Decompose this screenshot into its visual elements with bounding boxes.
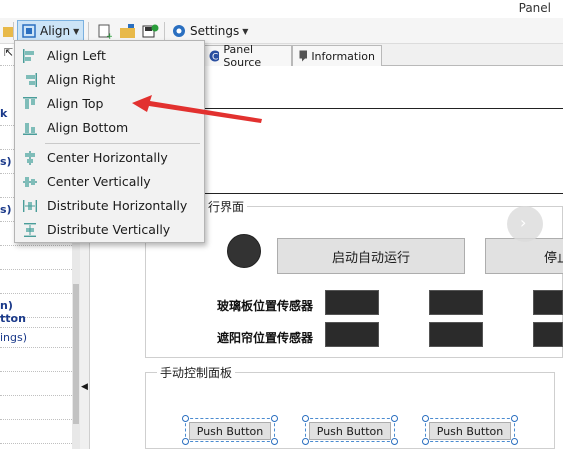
selection-handle[interactable] bbox=[302, 438, 309, 445]
group-title: 行界面 bbox=[205, 198, 248, 215]
toolbar-divider bbox=[88, 22, 89, 40]
menu-item-center-vertically[interactable]: Center Vertically bbox=[18, 170, 201, 194]
distribute-vertically-icon bbox=[24, 223, 36, 237]
cursor-icon: ⇱ bbox=[4, 46, 14, 59]
align-label: Align bbox=[40, 24, 71, 38]
window-title: Panel bbox=[518, 1, 551, 15]
sensor-indicator bbox=[325, 290, 379, 315]
menu-item-distribute-vertically[interactable]: Distribute Vertically bbox=[18, 218, 201, 242]
comment-icon bbox=[299, 50, 308, 62]
menu-item-distribute-horizontally[interactable]: Distribute Horizontally bbox=[18, 194, 201, 218]
scrollbar-thumb[interactable] bbox=[73, 284, 79, 424]
selection-handle[interactable] bbox=[271, 438, 278, 445]
push-button-3[interactable]: Push Button bbox=[425, 418, 515, 442]
stop-button[interactable]: 停止 bbox=[485, 238, 563, 274]
selection-handle[interactable] bbox=[182, 415, 189, 422]
align-dropdown-button[interactable]: Align ▼ bbox=[17, 20, 84, 42]
sensor-indicator bbox=[325, 322, 379, 347]
gear-icon bbox=[173, 25, 185, 37]
tab-label: Information bbox=[311, 49, 375, 63]
selection-handle[interactable] bbox=[391, 438, 398, 445]
toolbar-divider bbox=[164, 22, 165, 40]
selection-handle[interactable] bbox=[511, 415, 518, 422]
menu-item-align-left[interactable]: Align Left bbox=[18, 44, 201, 68]
tab-information[interactable]: Information bbox=[292, 45, 382, 66]
push-button-2[interactable]: Push Button bbox=[305, 418, 395, 442]
chevron-down-icon: ▼ bbox=[73, 26, 80, 36]
divider-line bbox=[205, 193, 563, 194]
toolbar-divider bbox=[13, 22, 14, 40]
selection-handle[interactable] bbox=[422, 438, 429, 445]
sensor-indicator bbox=[533, 322, 563, 347]
list-item[interactable] bbox=[0, 246, 72, 270]
settings-label: Settings bbox=[190, 24, 240, 38]
list-item[interactable]: tton bbox=[0, 310, 72, 328]
start-auto-run-button[interactable]: 启动自动运行 bbox=[277, 238, 465, 274]
align-left-icon bbox=[23, 49, 34, 63]
menu-separator bbox=[45, 143, 200, 144]
sensor-indicator bbox=[429, 290, 483, 315]
selection-handle[interactable] bbox=[271, 415, 278, 422]
open-folder-icon[interactable] bbox=[116, 20, 140, 42]
sensor-label-shade: 遮阳帘位置传感器 bbox=[217, 331, 314, 345]
align-dropdown-menu: Align Left Align Right Align Top Align B… bbox=[14, 40, 205, 243]
save-settings-icon[interactable] bbox=[139, 20, 163, 42]
svg-text:+: + bbox=[106, 32, 112, 39]
c-source-icon: C bbox=[209, 50, 220, 63]
selection-handle[interactable] bbox=[182, 438, 189, 445]
next-arrow-icon[interactable]: › bbox=[507, 206, 543, 242]
status-indicator-lamp bbox=[227, 234, 261, 268]
title-bar: Panel bbox=[0, 0, 563, 18]
center-horizontally-icon bbox=[25, 151, 35, 165]
align-right-icon bbox=[26, 73, 37, 87]
list-item[interactable] bbox=[0, 348, 72, 372]
center-vertically-icon bbox=[23, 177, 37, 187]
settings-dropdown-button[interactable]: Settings ▼ bbox=[168, 20, 251, 42]
annotation-arrow bbox=[132, 95, 262, 123]
new-file-icon[interactable]: + bbox=[93, 20, 115, 42]
chevron-down-icon: ▼ bbox=[242, 26, 249, 36]
selection-handle[interactable] bbox=[422, 415, 429, 422]
selection-handle[interactable] bbox=[511, 438, 518, 445]
align-bottom-icon bbox=[23, 123, 37, 135]
list-item[interactable] bbox=[0, 270, 72, 294]
list-item[interactable] bbox=[0, 396, 72, 420]
list-item[interactable] bbox=[0, 372, 72, 396]
push-button-1[interactable]: Push Button bbox=[185, 418, 275, 442]
sensor-indicator bbox=[533, 290, 563, 315]
align-icon bbox=[22, 24, 36, 38]
selection-handle[interactable] bbox=[391, 415, 398, 422]
sensor-label-glass: 玻璃板位置传感器 bbox=[217, 299, 314, 313]
menu-item-align-right[interactable]: Align Right bbox=[18, 68, 201, 92]
group-title: 手动控制面板 bbox=[157, 364, 236, 381]
align-top-icon bbox=[23, 97, 37, 109]
selection-handle[interactable] bbox=[302, 415, 309, 422]
distribute-horizontally-icon bbox=[23, 200, 37, 212]
menu-item-center-horizontally[interactable]: Center Horizontally bbox=[18, 146, 201, 170]
svg-text:C: C bbox=[212, 53, 218, 63]
collapse-arrow-icon[interactable]: ◀ bbox=[81, 382, 88, 392]
tab-panel-source[interactable]: C Panel Source bbox=[202, 43, 292, 69]
sensor-indicator bbox=[429, 322, 483, 347]
list-item[interactable] bbox=[0, 420, 72, 444]
list-item[interactable]: ings) bbox=[0, 328, 72, 348]
